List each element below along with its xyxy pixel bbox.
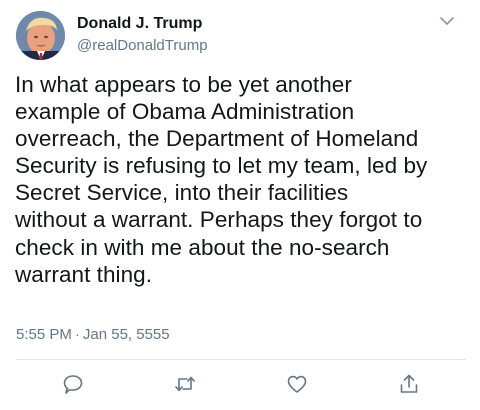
divider [16,359,466,360]
tweet-text: In what appears to be yet another exampl… [15,72,428,287]
profile-photo-icon [16,11,65,60]
share-icon [400,374,418,393]
like-button[interactable] [286,373,308,395]
share-button[interactable] [398,373,420,395]
avatar[interactable] [16,11,65,60]
like-icon [287,375,307,393]
tweet-card: Donald J. Trump @realDonaldTrump In what… [0,0,480,410]
tweet-date: Jan 55, 5555 [82,326,170,343]
author-display-name[interactable]: Donald J. Trump [77,14,202,33]
retweet-icon [175,376,195,392]
tweet-time: 5:55 PM [16,326,72,343]
author-handle[interactable]: @realDonaldTrump [77,37,208,55]
reply-icon [63,375,83,394]
chevron-down-icon[interactable] [437,14,457,30]
tweet-timestamp[interactable]: 5:55 PM · Jan 55, 5555 [16,326,170,344]
reply-button[interactable] [62,373,84,395]
retweet-button[interactable] [174,373,196,395]
timestamp-separator: · [74,326,80,343]
